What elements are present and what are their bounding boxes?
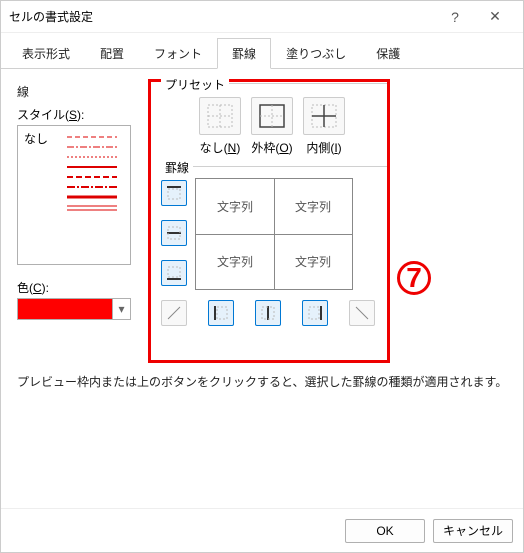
- help-button[interactable]: ?: [435, 2, 475, 32]
- title-bar: セルの書式設定 ? ✕: [1, 1, 523, 33]
- tab-display[interactable]: 表示形式: [7, 38, 85, 69]
- preset-none[interactable]: なし(N): [198, 97, 242, 156]
- preset-none-label: なし(N): [198, 139, 242, 156]
- annotation-circled-number: 7: [397, 261, 431, 295]
- preset-none-icon: [199, 97, 241, 135]
- preview-cell: 文字列: [196, 179, 274, 234]
- line-group-label: 線: [17, 83, 147, 100]
- border-preview[interactable]: 文字列 文字列 文字列 文字列: [195, 178, 353, 290]
- right-area: プリセット なし(N) 外枠(O): [157, 83, 387, 334]
- color-label: 色(C):: [17, 279, 147, 296]
- border-group-label: 罫線: [161, 159, 193, 176]
- border-left-button[interactable]: [208, 300, 234, 326]
- border-bottom-button[interactable]: [161, 260, 187, 286]
- preset-outline-icon: [251, 97, 293, 135]
- border-top-button[interactable]: [161, 180, 187, 206]
- border-side-buttons-bottom: [157, 300, 375, 326]
- border-vmiddle-button[interactable]: [255, 300, 281, 326]
- border-side-buttons-left: [157, 178, 191, 290]
- style-label: スタイル(S):: [17, 106, 147, 123]
- close-button[interactable]: ✕: [475, 2, 515, 32]
- tab-border[interactable]: 罫線: [217, 38, 271, 69]
- cancel-button[interactable]: キャンセル: [433, 519, 513, 543]
- preview-cell: 文字列: [196, 234, 274, 289]
- ok-button[interactable]: OK: [345, 519, 425, 543]
- preset-group-label: プリセット: [161, 76, 229, 93]
- style-none[interactable]: なし: [24, 130, 64, 147]
- preset-group: プリセット なし(N) 外枠(O): [157, 83, 387, 156]
- preset-inside-label: 内側(I): [302, 139, 346, 156]
- tab-font[interactable]: フォント: [139, 38, 217, 69]
- preview-cell: 文字列: [274, 179, 352, 234]
- style-samples[interactable]: [67, 130, 117, 216]
- preset-outline-label: 外枠(O): [250, 139, 294, 156]
- line-group: 線 スタイル(S): なし 色(C): ▾: [17, 83, 147, 320]
- border-diag-down-button[interactable]: [349, 300, 375, 326]
- color-swatch: [18, 299, 112, 319]
- tab-strip: 表示形式 配置 フォント 罫線 塗りつぶし 保護: [1, 33, 523, 69]
- border-right-button[interactable]: [302, 300, 328, 326]
- tab-protection[interactable]: 保護: [361, 38, 415, 69]
- tab-alignment[interactable]: 配置: [85, 38, 139, 69]
- color-label-post: ):: [42, 281, 49, 295]
- tab-fill[interactable]: 塗りつぶし: [271, 38, 361, 69]
- color-label-pre: 色(: [17, 281, 33, 295]
- style-label-pre: スタイル(: [17, 108, 69, 122]
- border-hmiddle-button[interactable]: [161, 220, 187, 246]
- color-label-key: C: [33, 281, 42, 295]
- border-diag-up-button[interactable]: [161, 300, 187, 326]
- dialog-footer: OK キャンセル: [1, 508, 523, 552]
- style-label-key: S: [69, 108, 77, 122]
- style-label-post: ):: [77, 108, 84, 122]
- preset-inside[interactable]: 内側(I): [302, 97, 346, 156]
- help-text: プレビュー枠内または上のボタンをクリックすると、選択した罫線の種類が適用されます…: [17, 373, 507, 390]
- window-title: セルの書式設定: [9, 8, 435, 25]
- preset-outline[interactable]: 外枠(O): [250, 97, 294, 156]
- border-group: 罫線 文字列 文字列 文字列 文字列: [157, 166, 387, 326]
- preset-inside-icon: [303, 97, 345, 135]
- dialog-body: 線 スタイル(S): なし 色(C): ▾: [1, 69, 523, 508]
- chevron-down-icon[interactable]: ▾: [112, 299, 130, 319]
- style-listbox[interactable]: なし: [17, 125, 131, 265]
- color-picker[interactable]: ▾: [17, 298, 131, 320]
- preview-cell: 文字列: [274, 234, 352, 289]
